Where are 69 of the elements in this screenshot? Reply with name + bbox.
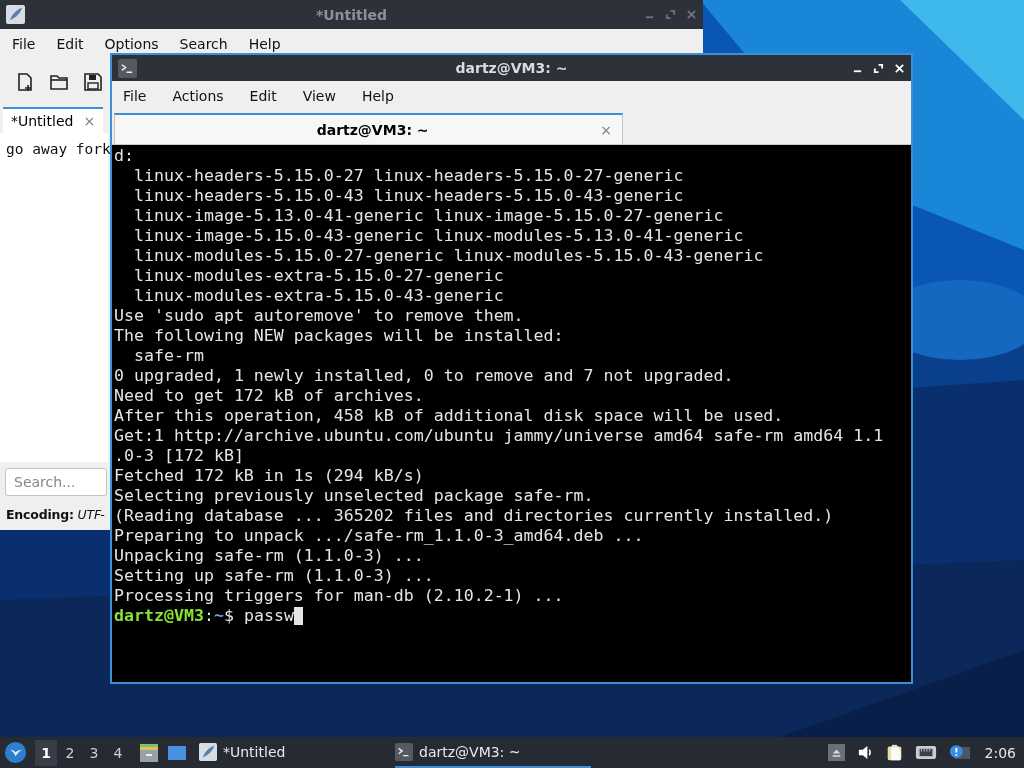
new-file-icon[interactable] <box>15 72 35 92</box>
clipboard-icon[interactable] <box>885 744 903 761</box>
terminal-output[interactable] <box>112 145 911 682</box>
output-line: d: <box>114 146 135 166</box>
menu-item[interactable]: Help <box>248 36 281 52</box>
output-line: (Reading database ... 365202 files and directories currently installed.) <box>114 506 835 526</box>
output-line: linux-modules-5.15.0-27-generic linux-modules-5.15.0-43-generic <box>132 246 765 266</box>
menu-item[interactable]: File <box>123 88 147 104</box>
output-line: .0-3 [172 kB] <box>114 446 245 466</box>
text-editor[interactable]: go away fork <box>0 133 108 462</box>
eject-icon[interactable] <box>827 744 845 761</box>
terminal-icon <box>118 58 137 78</box>
output-line: Use 'sudo apt autoremove' to remove them. <box>114 306 525 326</box>
terminal-icon <box>395 742 413 761</box>
command-input[interactable]: passw <box>243 606 294 626</box>
file-cabinet-icon[interactable] <box>138 741 160 764</box>
output-line: Preparing to unpack .../safe-rm_1.1.0-3_amd64.deb ... <box>114 526 645 546</box>
menu-item[interactable]: Options <box>104 36 159 52</box>
output-line: Setting up safe-rm (1.1.0-3) ... <box>114 566 435 586</box>
taskbar-button[interactable]: dartz@VM3: ~ <box>395 737 591 768</box>
text-cursor <box>293 607 303 625</box>
workspace-button[interactable]: 1 <box>35 739 57 766</box>
output-line: After this operation, 458 kB of additional disk space will be used. <box>114 406 785 426</box>
output-line: Unpacking safe-rm (1.1.0-3) ... <box>114 546 425 566</box>
output-line: The following NEW packages will be installed: <box>114 326 565 346</box>
feather-icon <box>199 742 217 761</box>
output-line: Need to get 172 kB of archives. <box>114 386 425 406</box>
menu-item[interactable]: Edit <box>249 88 277 104</box>
notification-icon[interactable] <box>948 744 971 761</box>
prompt-separator: : <box>203 606 214 626</box>
clock[interactable]: 2:06 <box>984 744 1016 761</box>
window-title: *Untitled <box>315 6 388 23</box>
prompt-symbol: $ <box>223 606 234 626</box>
output-line: linux-modules-extra-5.15.0-43-generic <box>132 286 505 306</box>
output-line: linux-headers-5.15.0-27 linux-headers-5.15.0-27-generic <box>132 166 685 186</box>
speaker-icon[interactable] <box>856 744 874 761</box>
menu-item[interactable]: Edit <box>56 36 84 52</box>
document-tab[interactable]: *Untitled × <box>3 107 104 133</box>
close-icon[interactable]: × <box>600 121 612 138</box>
output-line: linux-image-5.15.0-43-generic linux-modules-5.13.0-41-generic <box>132 226 745 246</box>
network-icon[interactable] <box>914 744 937 761</box>
output-line: Selecting previously unselected package safe-rm. <box>114 486 595 506</box>
menu-item[interactable]: Search <box>179 36 228 52</box>
output-line: Fetched 172 kB in 1s (294 kB/s) <box>114 466 425 486</box>
output-line: linux-headers-5.15.0-43 linux-headers-5.15.0-43-generic <box>132 186 685 206</box>
output-line: Get:1 http://archive.ubuntu.com/ubuntu jammy/universe amd64 safe-rm amd64 1.1 <box>114 426 885 446</box>
output-line: safe-rm <box>132 346 205 366</box>
folder-icon[interactable] <box>49 72 69 92</box>
terminal-tab[interactable]: dartz@VM3: ~ × <box>114 113 623 144</box>
taskbar-button[interactable]: *Untitled <box>199 737 395 768</box>
menu-item[interactable]: View <box>302 88 336 104</box>
close-icon[interactable]: × <box>83 113 96 129</box>
prompt-user: dartz@VM3 <box>114 606 204 626</box>
workspace-button[interactable]: 4 <box>107 739 129 766</box>
menu-item[interactable]: Help <box>361 88 394 104</box>
window-title: dartz@VM3: ~ <box>455 60 568 76</box>
output-line: linux-modules-extra-5.15.0-27-generic <box>132 266 505 286</box>
menu-item[interactable]: File <box>12 36 36 52</box>
output-line: linux-image-5.13.0-41-generic linux-image-5.15.0-27-generic <box>132 206 725 226</box>
feather-icon <box>6 5 25 24</box>
prompt-path: ~ <box>213 606 224 626</box>
search-field[interactable]: Search... <box>5 468 107 496</box>
menu-item[interactable]: Actions <box>172 88 224 104</box>
output-line: 0 upgraded, 1 newly installed, 0 to remove and 7 not upgraded. <box>114 366 735 386</box>
save-icon[interactable] <box>83 72 103 92</box>
workspace-button[interactable]: 2 <box>59 739 81 766</box>
output-line: Processing triggers for man-db (2.10.2-1) ... <box>114 586 565 606</box>
encoding-label: Encoding: UTF- <box>6 507 105 522</box>
workspace-button[interactable]: 3 <box>83 739 105 766</box>
